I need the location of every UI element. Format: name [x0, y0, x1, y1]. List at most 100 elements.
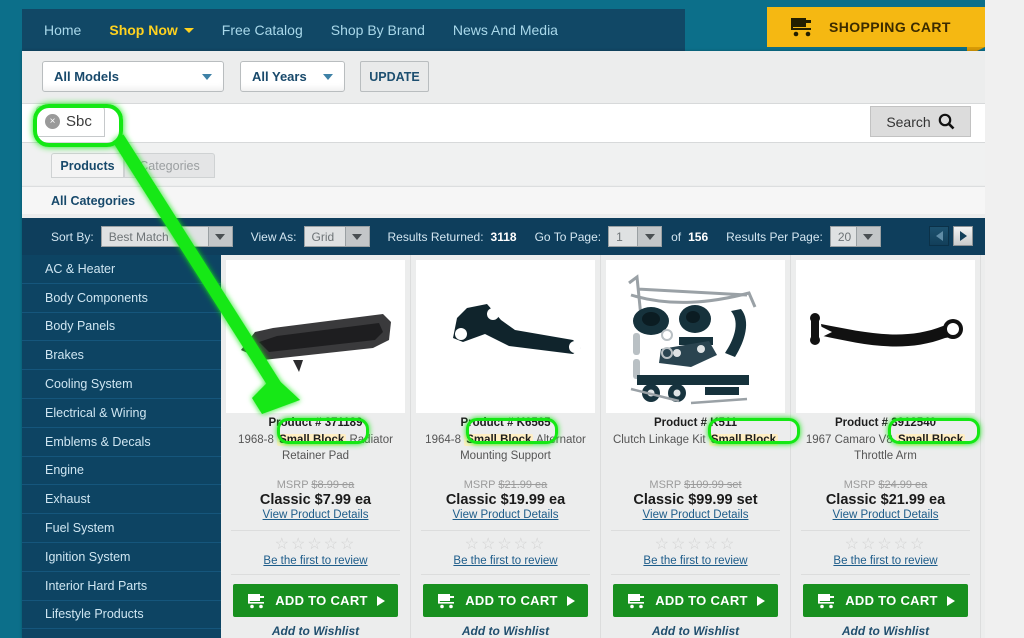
- nav-item-home[interactable]: Home: [22, 22, 95, 38]
- product-card[interactable]: Product # K511 Clutch Linkage Kit Small B…: [601, 255, 791, 638]
- sidebar-item-body-components[interactable]: Body Components: [22, 284, 221, 313]
- sidebar-item-engine[interactable]: Engine: [22, 457, 221, 486]
- add-to-cart-button[interactable]: ADD TO CART: [803, 584, 968, 617]
- write-review-link[interactable]: Be the first to review: [601, 555, 790, 567]
- view-product-details-link[interactable]: View Product Details: [221, 509, 410, 521]
- sidebar-item-label: Emblems & Decals: [45, 434, 151, 449]
- product-desc-before: 1964-8: [425, 434, 461, 446]
- tab-categories[interactable]: Categories: [124, 153, 215, 178]
- breadcrumb-all-categories[interactable]: All Categories: [51, 194, 135, 208]
- sidebar-item-emblems-decals[interactable]: Emblems & Decals: [22, 428, 221, 457]
- sidebar-item-label: Engine: [45, 463, 84, 478]
- product-desc-before: 1967 Camaro V8: [805, 434, 893, 446]
- add-to-wishlist-link[interactable]: Add to Wishlist: [221, 624, 410, 638]
- price-block: MSRP $21.99 ea Classic $19.99 ea View Prod…: [411, 479, 600, 521]
- product-desc-before: Clutch Linkage Kit: [612, 434, 706, 446]
- previous-page-button[interactable]: [929, 226, 949, 246]
- sidebar-item-ignition-system[interactable]: Ignition System: [22, 543, 221, 572]
- msrp-value: $24.99 ea: [878, 479, 928, 491]
- msrp-value: $109.99 set: [684, 479, 742, 491]
- product-desc-before: 1968-8: [238, 434, 274, 446]
- price-value: Classic $21.99 ea: [825, 492, 946, 508]
- product-card[interactable]: Product # 371189 1968-8 Small Block Radia…: [221, 255, 411, 638]
- add-to-cart-label: ADD TO CART: [845, 593, 938, 608]
- product-image[interactable]: [796, 260, 975, 413]
- add-to-wishlist-link[interactable]: Add to Wishlist: [601, 624, 790, 638]
- rating-stars[interactable]: ☆☆☆☆☆: [221, 537, 410, 553]
- msrp-value: $8.99 ea: [311, 479, 355, 491]
- results-per-page-dropdown[interactable]: 20: [829, 226, 881, 247]
- chevron-down-icon: [344, 227, 369, 246]
- sidebar-item-label: Interior Hard Parts: [45, 578, 148, 593]
- divider: [231, 530, 400, 531]
- add-to-cart-button[interactable]: ADD TO CART: [613, 584, 778, 617]
- annotation-box-highlight-3: [708, 418, 800, 444]
- add-to-wishlist-link[interactable]: Add to Wishlist: [411, 624, 600, 638]
- view-as-value: Grid: [311, 229, 335, 244]
- view-product-details-link[interactable]: View Product Details: [411, 509, 600, 521]
- sidebar-item-electrical-wiring[interactable]: Electrical & Wiring: [22, 399, 221, 428]
- chevron-down-icon: [207, 227, 232, 246]
- sidebar-item-label: Body Components: [45, 290, 148, 305]
- view-product-details-link[interactable]: View Product Details: [601, 509, 790, 521]
- page-margin-right: [985, 0, 1024, 638]
- product-image[interactable]: [606, 260, 785, 413]
- update-button[interactable]: UPDATE: [360, 61, 429, 92]
- rating-stars[interactable]: ☆☆☆☆☆: [601, 537, 790, 553]
- divider: [611, 530, 780, 531]
- add-to-cart-button[interactable]: ADD TO CART: [423, 584, 588, 617]
- add-to-cart-button[interactable]: ADD TO CART: [233, 584, 398, 617]
- nav-item-news-and-media[interactable]: News And Media: [439, 22, 572, 38]
- sidebar-item-fuel-system[interactable]: Fuel System: [22, 514, 221, 543]
- product-card[interactable]: Product # 3912540 1967 Camaro V8 Small Bl…: [791, 255, 981, 638]
- tab-products[interactable]: Products: [51, 153, 124, 178]
- write-review-link[interactable]: Be the first to review: [221, 555, 410, 567]
- nav-item-shop-now[interactable]: Shop Now: [95, 22, 207, 38]
- write-review-link[interactable]: Be the first to review: [791, 555, 980, 567]
- price-value: Classic $99.99 set: [633, 492, 758, 508]
- sidebar-item-label: Electrical & Wiring: [45, 405, 147, 420]
- chevron-right-icon: [566, 595, 575, 606]
- product-image[interactable]: [226, 260, 405, 413]
- chevron-down-icon: [855, 227, 880, 246]
- shopping-cart-button[interactable]: SHOPPING CART: [767, 7, 985, 47]
- divider: [611, 574, 780, 575]
- search-bar[interactable]: [22, 103, 985, 143]
- product-card[interactable]: Product # K6565 1964-8 Small Block Altern…: [411, 255, 601, 638]
- main-navigation: Home Shop Now Free Catalog Shop By Brand…: [22, 9, 685, 51]
- sidebar-item-interior-hard-parts[interactable]: Interior Hard Parts: [22, 572, 221, 601]
- years-dropdown-value: All Years: [252, 69, 307, 84]
- models-dropdown[interactable]: All Models: [42, 61, 224, 92]
- sidebar-item-lifestyle-products[interactable]: Lifestyle Products: [22, 601, 221, 630]
- models-dropdown-value: All Models: [54, 69, 120, 84]
- sidebar-item-label: Lifestyle Products: [45, 607, 144, 622]
- results-returned-label: Results Returned:: [387, 229, 484, 244]
- sidebar-item-cooling-system[interactable]: Cooling System: [22, 370, 221, 399]
- product-image[interactable]: [416, 260, 595, 413]
- add-to-cart-label: ADD TO CART: [275, 593, 368, 608]
- annotation-box-search-chip: [33, 104, 123, 147]
- search-button[interactable]: Search: [870, 106, 971, 137]
- results-returned-value: 3118: [490, 229, 517, 244]
- sidebar-item-label: Cooling System: [45, 377, 133, 392]
- years-dropdown[interactable]: All Years: [240, 61, 345, 92]
- view-as-dropdown[interactable]: Grid: [303, 226, 370, 247]
- nav-item-shop-by-brand[interactable]: Shop By Brand: [317, 22, 439, 38]
- msrp-line: MSRP $8.99 ea: [221, 479, 410, 491]
- view-product-details-link[interactable]: View Product Details: [791, 509, 980, 521]
- rating-stars[interactable]: ☆☆☆☆☆: [791, 537, 980, 553]
- sidebar-item-exhaust[interactable]: Exhaust: [22, 485, 221, 515]
- add-to-wishlist-link[interactable]: Add to Wishlist: [791, 624, 980, 638]
- chevron-down-icon: [183, 28, 194, 33]
- go-to-page-dropdown[interactable]: 1: [608, 226, 663, 247]
- msrp-line: MSRP $24.99 ea: [791, 479, 980, 491]
- next-page-button[interactable]: [953, 226, 973, 246]
- sidebar-item-brakes[interactable]: Brakes: [22, 341, 221, 371]
- sidebar-item-ac-heater[interactable]: AC & Heater: [22, 255, 221, 284]
- write-review-link[interactable]: Be the first to review: [411, 555, 600, 567]
- sidebar-item-label: Body Panels: [45, 319, 116, 334]
- sort-by-dropdown[interactable]: Best Match: [100, 226, 233, 247]
- sidebar-item-body-panels[interactable]: Body Panels: [22, 313, 221, 342]
- nav-item-free-catalog[interactable]: Free Catalog: [208, 22, 317, 38]
- rating-stars[interactable]: ☆☆☆☆☆: [411, 537, 600, 553]
